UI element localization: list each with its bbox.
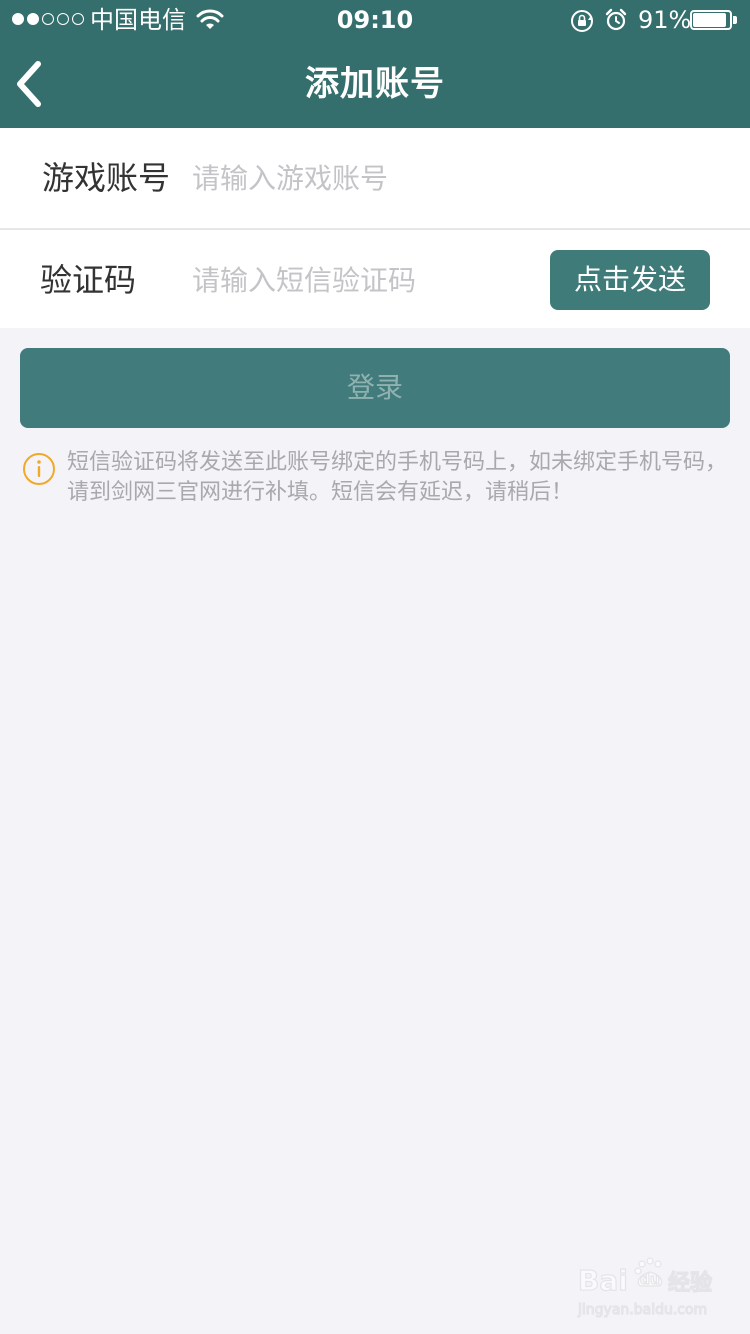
battery-icon (690, 10, 738, 30)
verification-code-row: 验证码 点击发送 (0, 230, 750, 328)
status-bar: 中国电信 09:10 91% (0, 0, 750, 40)
verification-code-input[interactable] (192, 260, 532, 300)
account-label: 游戏账号 (42, 159, 171, 197)
baidu-jingyan-watermark-logo: Bai du 经验 jingyan.baidu.com (576, 1257, 713, 1319)
send-code-button[interactable]: 点击发送 (550, 250, 710, 310)
svg-text:du: du (640, 1272, 660, 1288)
verification-code-label: 验证码 (40, 261, 137, 299)
battery-level-fill (693, 13, 726, 27)
account-row: 游戏账号 (0, 128, 750, 228)
account-input[interactable] (192, 158, 712, 198)
navigation-bar: 添加账号 (0, 44, 750, 128)
alarm-icon (605, 8, 627, 31)
svg-text:经验: 经验 (668, 1270, 712, 1296)
rotation-lock-icon (571, 10, 593, 32)
battery-percentage: 91% (638, 6, 692, 34)
info-icon (23, 453, 55, 485)
page-title: 添加账号 (305, 64, 445, 104)
notice-text: 短信验证码将发送至此账号绑定的手机号码上，如未绑定手机号码，请到剑网三官网进行补… (67, 450, 728, 505)
svg-text:jingyan.baidu.com: jingyan.baidu.com (577, 1302, 707, 1318)
login-button[interactable]: 登录 (20, 348, 730, 428)
svg-text:Bai: Bai (578, 1264, 628, 1297)
top-bar: 中国电信 09:10 91% 添加账号 (0, 0, 750, 128)
